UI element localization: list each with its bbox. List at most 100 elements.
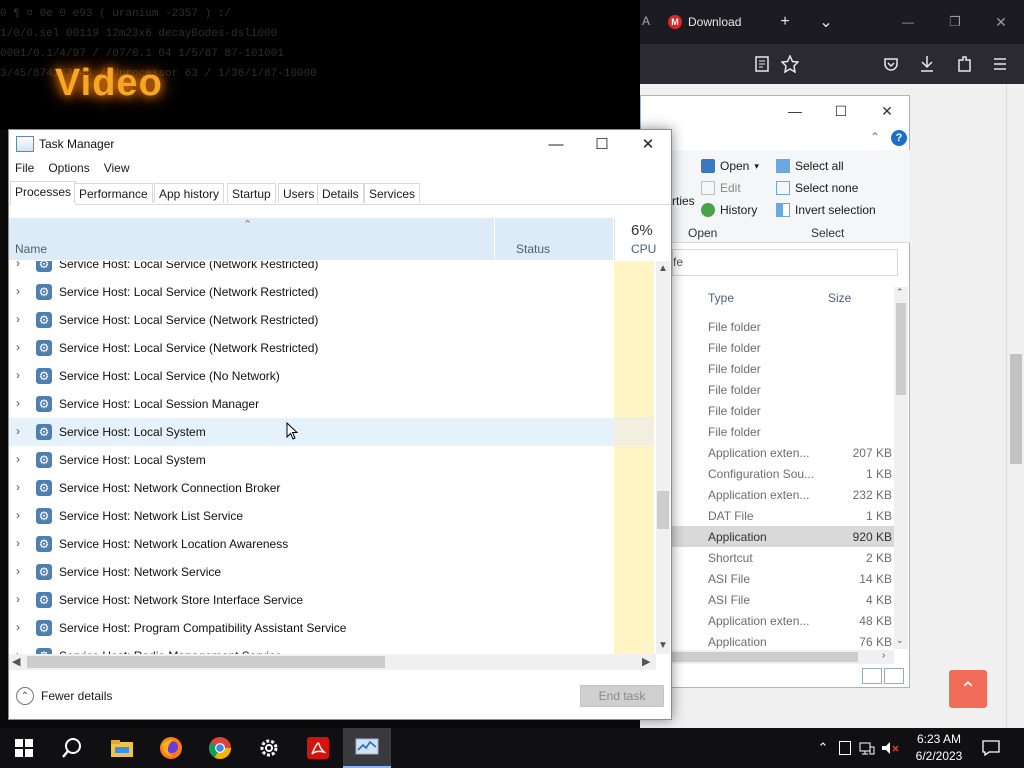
- ribbon-open-button[interactable]: Open ▾: [701, 159, 759, 173]
- tab-processes[interactable]: Processes: [10, 181, 77, 205]
- explorer-close-icon[interactable]: ✕: [864, 96, 910, 126]
- expand-chevron-icon[interactable]: ›: [16, 368, 20, 382]
- process-row[interactable]: › ⚙ Service Host: Network Connection Broke…: [9, 474, 614, 502]
- pocket-icon[interactable]: [883, 56, 899, 72]
- tab-services[interactable]: Services: [364, 183, 421, 203]
- expand-chevron-icon[interactable]: ›: [16, 284, 20, 298]
- file-row[interactable]: ASI File 14 KB: [672, 568, 894, 589]
- list-tabs-icon[interactable]: ⌄: [812, 8, 840, 36]
- column-size[interactable]: Size: [828, 291, 851, 305]
- menu-file[interactable]: File: [9, 158, 42, 180]
- scroll-right-icon[interactable]: ▶: [642, 655, 650, 668]
- process-row[interactable]: › ⚙ Service Host: Local Service (Network R…: [9, 334, 614, 362]
- process-row[interactable]: › ⚙ Service Host: Local System: [9, 418, 614, 446]
- file-row[interactable]: File folder: [672, 379, 894, 400]
- process-row[interactable]: › ⚙ Service Host: Local System: [9, 446, 614, 474]
- show-hidden-icons-icon[interactable]: ⌃: [815, 740, 831, 756]
- scrollbar-thumb[interactable]: [657, 491, 669, 529]
- minimize-icon[interactable]: —: [533, 130, 579, 158]
- ribbon-properties-partial[interactable]: rties: [672, 194, 695, 208]
- menu-view[interactable]: View: [98, 158, 138, 180]
- file-row[interactable]: File folder: [672, 316, 894, 337]
- expand-chevron-icon[interactable]: ›: [16, 452, 20, 466]
- ribbon-edit-button[interactable]: Edit: [701, 181, 741, 195]
- file-row[interactable]: Application exten... 48 KB: [672, 610, 894, 631]
- invert-selection-button[interactable]: Invert selection: [776, 203, 876, 217]
- process-row[interactable]: › ⚙ Service Host: Local Service (Network R…: [9, 306, 614, 334]
- select-all-button[interactable]: Select all: [776, 159, 844, 173]
- process-vertical-scrollbar[interactable]: ▲ ▼: [656, 261, 670, 654]
- end-task-button[interactable]: End task: [580, 685, 664, 707]
- scroll-down-icon[interactable]: ▼: [658, 640, 668, 651]
- taskbar-firefox[interactable]: [147, 728, 195, 768]
- column-status[interactable]: Status: [516, 242, 550, 256]
- fewer-details-button[interactable]: ⌃ Fewer details: [16, 687, 112, 705]
- file-row[interactable]: DAT File 1 KB: [672, 505, 894, 526]
- process-row[interactable]: › ⚙ Service Host: Network List Service: [9, 502, 614, 530]
- maximize-icon[interactable]: ☐: [579, 130, 625, 158]
- expand-chevron-icon[interactable]: ›: [16, 340, 20, 354]
- scrollbar-thumb[interactable]: [1010, 354, 1022, 464]
- file-row[interactable]: Application exten... 207 KB: [672, 442, 894, 463]
- download-icon[interactable]: [919, 55, 935, 73]
- file-row[interactable]: Configuration Sou... 1 KB: [672, 463, 894, 484]
- details-view-icon[interactable]: [862, 668, 882, 684]
- expand-chevron-icon[interactable]: ›: [16, 564, 20, 578]
- process-row[interactable]: › ⚙ Service Host: Network Store Interface …: [9, 586, 614, 614]
- restore-icon[interactable]: ❐: [941, 8, 969, 36]
- scrollbar-thumb[interactable]: [27, 656, 385, 668]
- explorer-vertical-scrollbar[interactable]: ⌃ ⌄: [894, 287, 908, 649]
- expand-chevron-icon[interactable]: ›: [16, 536, 20, 550]
- file-row[interactable]: Application 76 KB: [672, 631, 894, 652]
- taskbar-chrome[interactable]: [196, 728, 244, 768]
- select-none-button[interactable]: Select none: [776, 181, 858, 195]
- tab-startup[interactable]: Startup: [227, 183, 276, 203]
- expand-chevron-icon[interactable]: ›: [16, 312, 20, 326]
- bookmark-star-icon[interactable]: [781, 55, 799, 73]
- battery-icon[interactable]: [839, 741, 851, 755]
- expand-chevron-icon[interactable]: ›: [16, 508, 20, 522]
- scroll-up-icon[interactable]: ▲: [658, 263, 668, 274]
- column-divider[interactable]: [494, 218, 495, 260]
- new-tab-icon[interactable]: +: [771, 8, 799, 36]
- browser-scrollbar[interactable]: [1006, 84, 1024, 728]
- file-row[interactable]: File folder: [672, 421, 894, 442]
- browser-tab-download[interactable]: M Download: [668, 8, 768, 36]
- scrollbar-thumb[interactable]: [672, 652, 858, 662]
- tab-users[interactable]: Users: [278, 183, 320, 203]
- partial-tab-label[interactable]: A: [642, 14, 650, 28]
- process-row[interactable]: › ⚙ Service Host: Local Session Manager: [9, 390, 614, 418]
- file-row[interactable]: File folder: [672, 337, 894, 358]
- taskbar-task-manager[interactable]: [343, 728, 391, 768]
- file-row[interactable]: File folder: [672, 358, 894, 379]
- expand-chevron-icon[interactable]: ›: [16, 261, 20, 270]
- file-row[interactable]: Application exten... 232 KB: [672, 484, 894, 505]
- taskbar-file-explorer[interactable]: [98, 728, 146, 768]
- scroll-down-icon[interactable]: ⌄: [896, 635, 904, 646]
- expand-chevron-icon[interactable]: ›: [16, 620, 20, 634]
- back-to-top-button[interactable]: ⌃: [949, 670, 987, 708]
- process-row[interactable]: ›⚙Service Host: Radio Management Service: [9, 642, 614, 654]
- expand-chevron-icon[interactable]: ›: [16, 592, 20, 606]
- process-row[interactable]: › ⚙ Service Host: Network Service: [9, 558, 614, 586]
- large-icons-view-icon[interactable]: [884, 668, 904, 684]
- file-row[interactable]: Shortcut 2 KB: [672, 547, 894, 568]
- process-row[interactable]: › ⚙ Service Host: Local Service (Network R…: [9, 278, 614, 306]
- menu-options[interactable]: Options: [42, 158, 97, 180]
- ribbon-collapse-icon[interactable]: ⌃: [870, 130, 880, 144]
- close-icon[interactable]: ✕: [625, 130, 671, 158]
- file-row[interactable]: File folder: [672, 400, 894, 421]
- column-type[interactable]: Type: [708, 291, 734, 305]
- scroll-up-icon[interactable]: ⌃: [896, 287, 904, 298]
- taskbar-settings[interactable]: [245, 728, 293, 768]
- tab-performance[interactable]: Performance: [74, 183, 153, 203]
- scrollbar-thumb[interactable]: [896, 303, 906, 395]
- expand-chevron-icon[interactable]: ›: [16, 424, 20, 438]
- network-icon[interactable]: [859, 741, 875, 755]
- explorer-minimize-icon[interactable]: —: [772, 96, 818, 126]
- close-icon[interactable]: ✕: [987, 8, 1015, 36]
- expand-chevron-icon[interactable]: ›: [16, 396, 20, 410]
- process-row[interactable]: › ⚙ Service Host: Local Service (Network R…: [9, 261, 614, 278]
- scroll-left-icon[interactable]: ◀: [12, 655, 20, 668]
- process-horizontal-scrollbar[interactable]: ◀ ▶: [9, 654, 656, 670]
